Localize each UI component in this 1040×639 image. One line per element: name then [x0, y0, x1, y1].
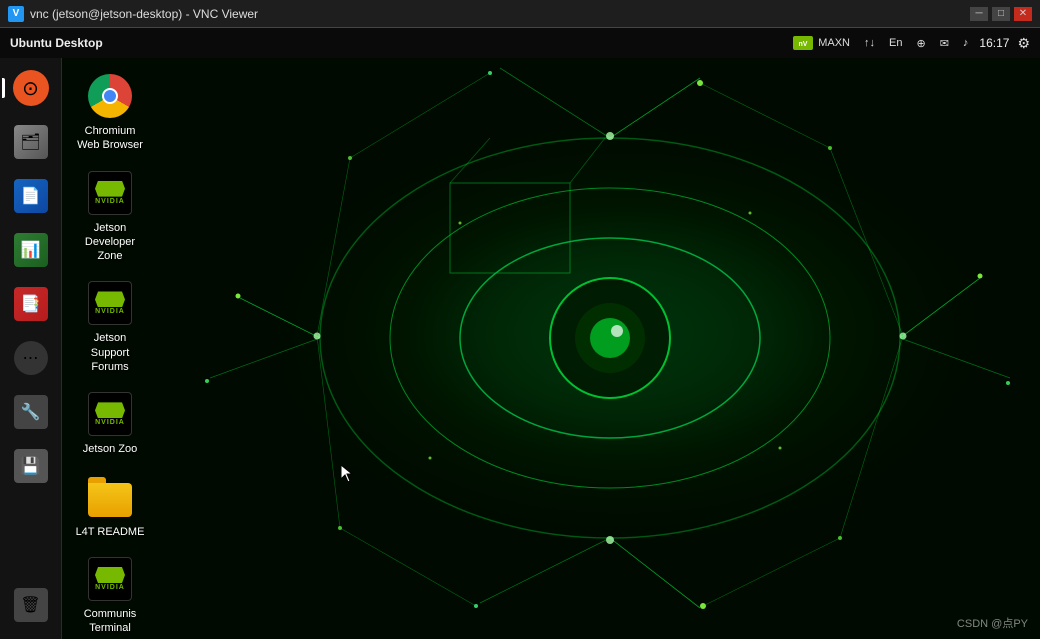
calc-icon: 📊	[13, 232, 49, 268]
minimize-button[interactable]: ─	[970, 7, 988, 21]
nvidia-dev-icon: NVIDIA	[88, 171, 132, 215]
jetson-zoo-label: Jetson Zoo	[83, 442, 137, 456]
desktop-title: Ubuntu Desktop	[10, 36, 793, 50]
jetson-support-icon-wrapper: NVIDIA	[86, 279, 134, 327]
apps-grid-icon: ⋯	[13, 340, 49, 376]
trash-icon: 🗑	[13, 587, 49, 623]
email-icon[interactable]: ✉	[937, 37, 952, 50]
readme-icon-wrapper	[86, 473, 134, 521]
nvidia-text-3: NVIDIA	[95, 419, 125, 426]
chromium-label: Chromium Web Browser	[74, 124, 146, 153]
impress-icon: 📑	[13, 286, 49, 322]
chromium-inner-circle	[102, 88, 118, 104]
jetson-zoo-icon-wrapper: NVIDIA	[86, 390, 134, 438]
system-topbar: Ubuntu Desktop nV MAXN ↑↓ En ⊕ ✉ ♪ 16:17…	[0, 28, 1040, 58]
nvidia-eye-icon	[95, 181, 125, 197]
app-launcher: ⊙ 🗂 📄 📊 📑	[0, 58, 62, 639]
launcher-item-trash[interactable]: 🗑	[4, 579, 58, 631]
launcher-item-tools[interactable]: 🔧	[4, 386, 58, 438]
nvidia-text: NVIDIA	[95, 198, 125, 205]
desktop-icon-jetson-zoo[interactable]: NVIDIA Jetson Zoo	[70, 384, 150, 462]
launcher-item-writer[interactable]: 📄	[4, 170, 58, 222]
launcher-item-apps[interactable]: ⋯	[4, 332, 58, 384]
nvidia-tray-item[interactable]: nV MAXN	[793, 36, 853, 50]
folder-icon	[88, 477, 132, 517]
settings-icon[interactable]: ⚙	[1017, 35, 1030, 52]
clock-display: 16:17	[979, 36, 1009, 50]
window-controls: ─ □ ✕	[970, 7, 1032, 21]
nvidia-eye-icon-2	[95, 291, 125, 307]
nvidia-terminal-icon: NVIDIA	[88, 557, 132, 601]
terminal-label: Communis Terminal	[74, 607, 146, 636]
nvidia-eye-icon-4	[95, 567, 125, 583]
desktop-icons-container: Chromium Web Browser NVIDIA Jetson Devel…	[62, 58, 222, 639]
desktop-icon-terminal[interactable]: NVIDIA Communis Terminal	[70, 549, 150, 639]
keyboard-lang[interactable]: En	[886, 37, 905, 49]
terminal-icon-wrapper: NVIDIA	[86, 555, 134, 603]
jetson-dev-label: Jetson Developer Zone	[74, 221, 146, 264]
ubuntu-icon: ⊙	[13, 70, 49, 106]
nvidia-text-2: NVIDIA	[95, 308, 125, 315]
chromium-icon-wrapper	[86, 72, 134, 120]
launcher-item-impress[interactable]: 📑	[4, 278, 58, 330]
nvidia-zoo-icon: NVIDIA	[88, 392, 132, 436]
ubuntu-desktop: Ubuntu Desktop nV MAXN ↑↓ En ⊕ ✉ ♪ 16:17…	[0, 28, 1040, 639]
nvidia-tray-icon: nV	[793, 36, 813, 50]
close-button[interactable]: ✕	[1014, 7, 1032, 21]
jetson-dev-icon-wrapper: NVIDIA	[86, 169, 134, 217]
launcher-item-disk[interactable]: 💾	[4, 440, 58, 492]
bluetooth-icon[interactable]: ⊕	[913, 37, 928, 50]
folder-body	[88, 483, 132, 517]
network-icon[interactable]: ↑↓	[861, 37, 878, 49]
tools-icon: 🔧	[13, 394, 49, 430]
desktop-icon-jetson-dev[interactable]: NVIDIA Jetson Developer Zone	[70, 163, 150, 270]
nvidia-support-icon: NVIDIA	[88, 281, 132, 325]
svg-text:nV: nV	[799, 41, 808, 48]
launcher-item-files[interactable]: 🗂	[4, 116, 58, 168]
maximize-button[interactable]: □	[992, 7, 1010, 21]
desktop-icon-chromium[interactable]: Chromium Web Browser	[70, 66, 150, 159]
vnc-app-icon: V	[8, 6, 24, 22]
chromium-icon	[88, 74, 132, 118]
writer-icon: 📄	[13, 178, 49, 214]
file-manager-icon: 🗂	[14, 125, 48, 159]
launcher-item-ubuntu[interactable]: ⊙	[4, 62, 58, 114]
vnc-titlebar: V vnc (jetson@jetson-desktop) - VNC View…	[0, 0, 1040, 28]
ubuntu-circle-icon: ⊙	[13, 70, 49, 106]
jetson-support-label: Jetson Support Forums	[74, 331, 146, 374]
system-tray: nV MAXN ↑↓ En ⊕ ✉ ♪ 16:17 ⚙	[793, 35, 1030, 52]
nvidia-eye-icon-3	[95, 402, 125, 418]
watermark-text: CSDN @点PY	[957, 615, 1028, 631]
vnc-window-title: vnc (jetson@jetson-desktop) - VNC Viewer	[30, 7, 970, 21]
nvidia-maxn-label: MAXN	[815, 37, 853, 49]
nvidia-text-4: NVIDIA	[95, 584, 125, 591]
disk-icon: 💾	[13, 448, 49, 484]
readme-label: L4T README	[76, 525, 145, 539]
desktop-icon-jetson-support[interactable]: NVIDIA Jetson Support Forums	[70, 273, 150, 380]
volume-icon[interactable]: ♪	[960, 37, 972, 49]
launcher-item-calc[interactable]: 📊	[4, 224, 58, 276]
desktop-icon-readme[interactable]: L4T README	[70, 467, 150, 545]
files-icon: 🗂	[13, 124, 49, 160]
